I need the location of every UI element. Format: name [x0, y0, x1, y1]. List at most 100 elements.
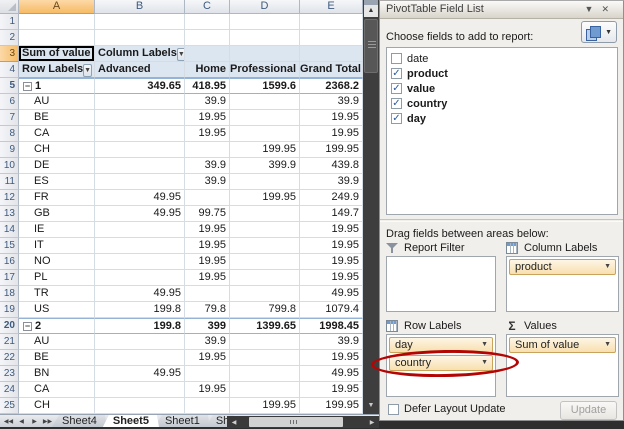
- value-cell[interactable]: [95, 126, 185, 142]
- row-header-19[interactable]: 19: [0, 302, 19, 318]
- value-cell[interactable]: 19.95: [300, 382, 363, 398]
- value-cell[interactable]: 149.7: [300, 206, 363, 222]
- pivot-column-header[interactable]: Professional: [230, 62, 300, 78]
- row-header-15[interactable]: 15: [0, 238, 19, 254]
- value-cell[interactable]: 199.95: [230, 142, 300, 158]
- pane-title-bar[interactable]: PivotTable Field List ▼✕: [380, 1, 623, 19]
- row-label-cell[interactable]: TR: [19, 286, 95, 302]
- collapse-icon[interactable]: −: [23, 322, 32, 331]
- row-labels-area[interactable]: day ▼ country ▼: [386, 334, 496, 397]
- column-header-C[interactable]: C: [185, 0, 230, 14]
- active-cell-sum-of-value[interactable]: Sum of value: [19, 46, 95, 62]
- row-label-cell[interactable]: ES: [19, 174, 95, 190]
- value-cell[interactable]: [185, 142, 230, 158]
- row-header-17[interactable]: 17: [0, 270, 19, 286]
- value-cell[interactable]: [230, 286, 300, 302]
- value-cell[interactable]: [230, 270, 300, 286]
- value-cell[interactable]: [230, 174, 300, 190]
- row-header-1[interactable]: 1: [0, 14, 19, 30]
- cell[interactable]: [230, 46, 300, 62]
- cell[interactable]: [19, 30, 95, 46]
- column-labels-filter-icon[interactable]: ▼: [176, 47, 184, 61]
- value-cell[interactable]: 39.9: [185, 158, 230, 174]
- pivot-column-header[interactable]: Home: [185, 62, 230, 78]
- column-header-B[interactable]: B: [95, 0, 185, 14]
- row-label-cell[interactable]: GB: [19, 206, 95, 222]
- value-cell[interactable]: [95, 350, 185, 366]
- value-cell[interactable]: 49.95: [95, 286, 185, 302]
- row-header-6[interactable]: 6: [0, 94, 19, 110]
- cell[interactable]: [185, 14, 230, 30]
- cell[interactable]: [95, 30, 185, 46]
- value-cell[interactable]: [95, 174, 185, 190]
- value-cell[interactable]: [95, 110, 185, 126]
- chevron-down-icon[interactable]: ▼: [481, 338, 488, 352]
- value-cell[interactable]: 199.95: [230, 398, 300, 414]
- value-cell[interactable]: 49.95: [300, 286, 363, 302]
- column-header-D[interactable]: D: [230, 0, 300, 14]
- area-field-country[interactable]: country ▼: [389, 355, 493, 371]
- group-label-cell[interactable]: −1: [19, 78, 95, 94]
- subtotal-cell[interactable]: 1399.65: [230, 318, 300, 334]
- value-cell[interactable]: 799.8: [230, 302, 300, 318]
- row-label-cell[interactable]: AU: [19, 94, 95, 110]
- value-cell[interactable]: [230, 126, 300, 142]
- row-label-cell[interactable]: CH: [19, 398, 95, 414]
- defer-layout-checkbox[interactable]: [388, 403, 399, 415]
- value-cell[interactable]: 39.9: [300, 174, 363, 190]
- column-header-A[interactable]: A: [19, 0, 95, 14]
- value-cell[interactable]: 439.8: [300, 158, 363, 174]
- value-cell[interactable]: [95, 158, 185, 174]
- group-label-cell[interactable]: −2: [19, 318, 95, 334]
- cell[interactable]: [300, 46, 363, 62]
- vertical-scrollbar[interactable]: ▲ ▼: [363, 0, 379, 414]
- row-header-7[interactable]: 7: [0, 110, 19, 126]
- area-field-day[interactable]: day ▼: [389, 337, 493, 353]
- first-sheet-button[interactable]: ◀◀: [2, 418, 15, 425]
- value-cell[interactable]: [230, 206, 300, 222]
- scroll-down-icon[interactable]: ▼: [364, 400, 378, 412]
- row-header-13[interactable]: 13: [0, 206, 19, 222]
- value-cell[interactable]: 99.75: [185, 206, 230, 222]
- value-cell[interactable]: [230, 110, 300, 126]
- pivot-column-header[interactable]: Grand Total: [300, 62, 363, 78]
- cell[interactable]: [185, 46, 230, 62]
- row-label-cell[interactable]: DE: [19, 158, 95, 174]
- value-cell[interactable]: 199.95: [230, 190, 300, 206]
- value-cell[interactable]: 19.95: [185, 222, 230, 238]
- cell[interactable]: [230, 14, 300, 30]
- pane-splitter[interactable]: [380, 219, 623, 222]
- subtotal-cell[interactable]: 2368.2: [300, 78, 363, 94]
- value-cell[interactable]: 19.95: [300, 270, 363, 286]
- subtotal-cell[interactable]: 399: [185, 318, 230, 334]
- value-cell[interactable]: 39.9: [185, 174, 230, 190]
- value-cell[interactable]: [230, 222, 300, 238]
- value-cell[interactable]: [95, 142, 185, 158]
- row-label-cell[interactable]: BE: [19, 110, 95, 126]
- cell[interactable]: [95, 14, 185, 30]
- row-label-cell[interactable]: CA: [19, 382, 95, 398]
- value-cell[interactable]: [230, 334, 300, 350]
- value-cell[interactable]: [230, 366, 300, 382]
- scroll-left-icon[interactable]: ◀: [227, 419, 241, 426]
- value-cell[interactable]: 39.9: [300, 94, 363, 110]
- row-label-cell[interactable]: BN: [19, 366, 95, 382]
- value-cell[interactable]: 19.95: [300, 238, 363, 254]
- row-header-23[interactable]: 23: [0, 366, 19, 382]
- report-filter-area[interactable]: [386, 256, 496, 312]
- value-cell[interactable]: [230, 254, 300, 270]
- scroll-right-icon[interactable]: ▶: [365, 419, 379, 426]
- area-field-product[interactable]: product ▼: [509, 259, 616, 275]
- value-cell[interactable]: 19.95: [300, 254, 363, 270]
- row-label-cell[interactable]: CA: [19, 126, 95, 142]
- value-cell[interactable]: 19.95: [300, 222, 363, 238]
- value-cell[interactable]: [95, 238, 185, 254]
- next-sheet-button[interactable]: ▶: [28, 418, 41, 425]
- close-icon[interactable]: ✕: [601, 4, 617, 14]
- row-header-18[interactable]: 18: [0, 286, 19, 302]
- row-header-20[interactable]: 20: [0, 318, 19, 334]
- value-cell[interactable]: 19.95: [185, 110, 230, 126]
- row-label-cell[interactable]: IE: [19, 222, 95, 238]
- column-labels-cell[interactable]: Column Labels ▼: [95, 46, 185, 62]
- row-header-5[interactable]: 5: [0, 78, 19, 94]
